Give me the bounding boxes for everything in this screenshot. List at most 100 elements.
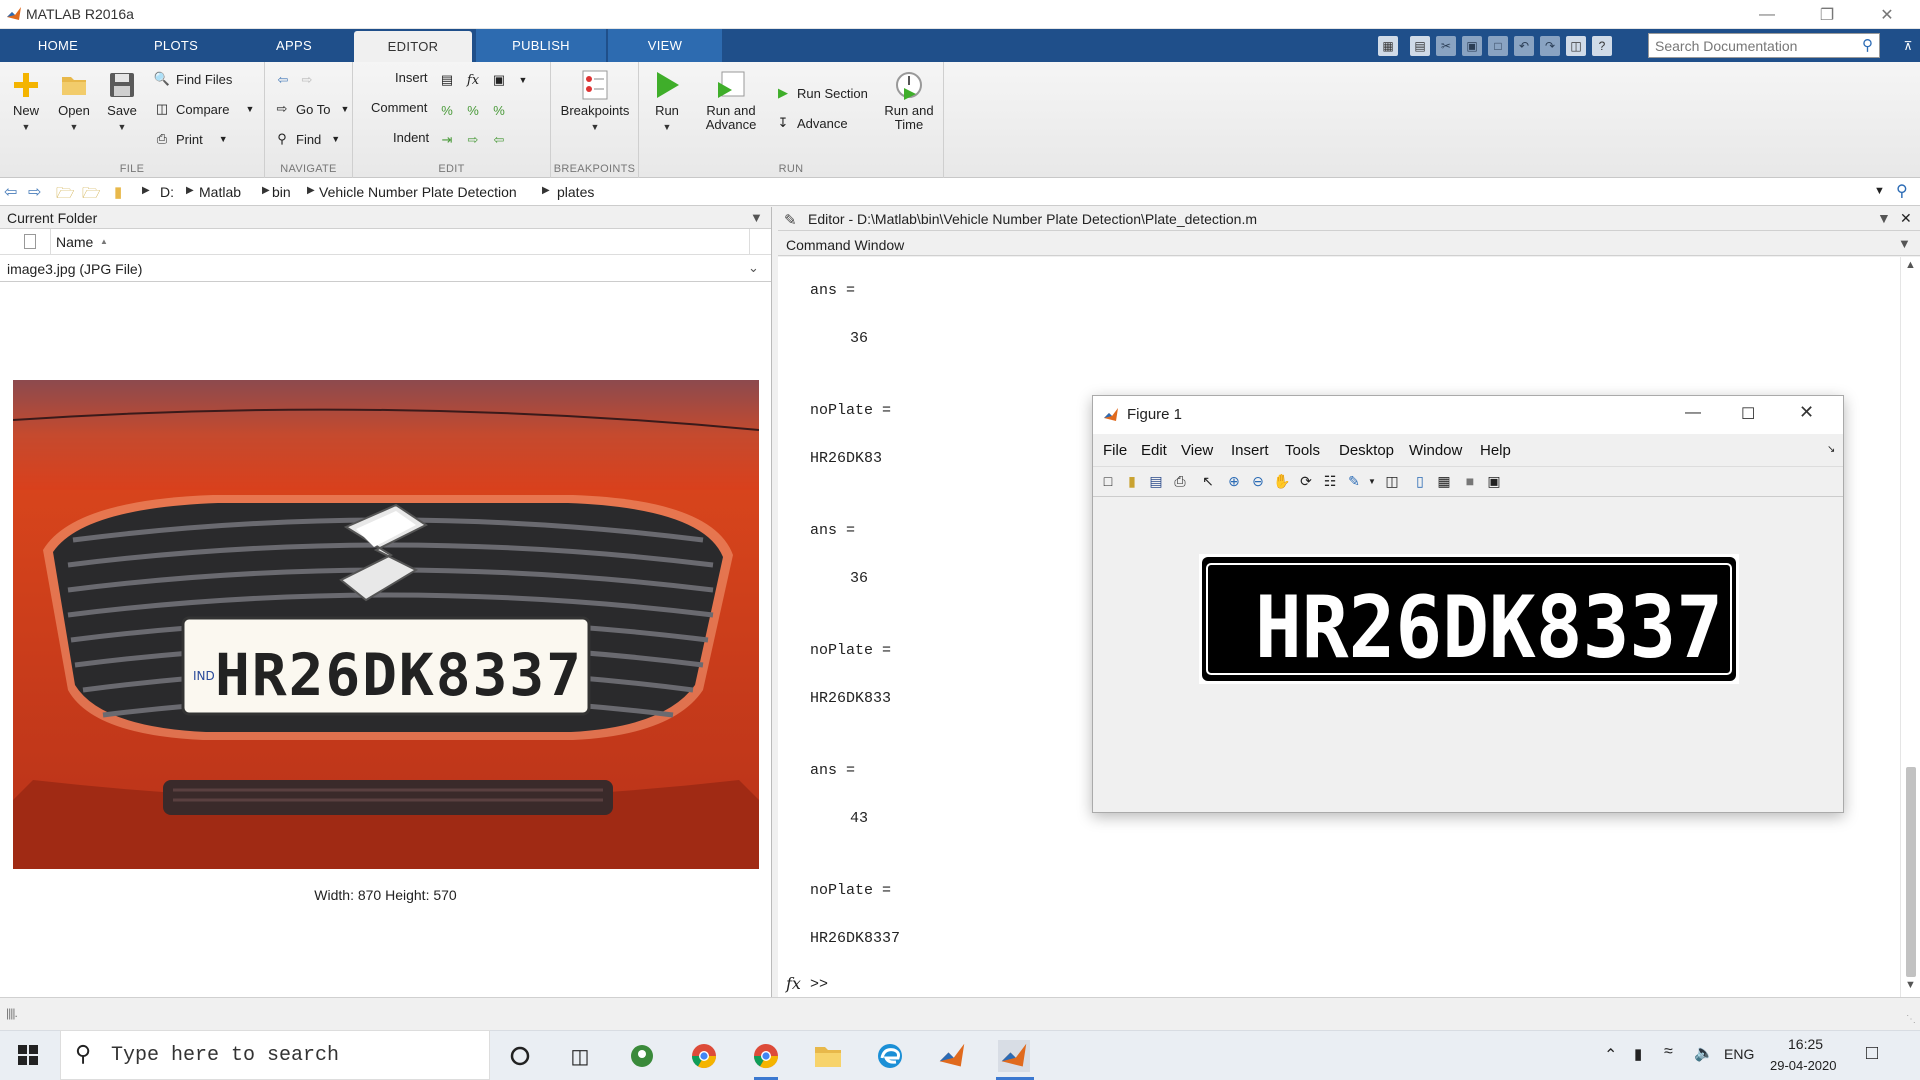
notifications-icon[interactable]: □ [1866, 1042, 1878, 1065]
taskbar-search-box[interactable]: ⚲ Type here to search [60, 1030, 490, 1080]
matlab-active-taskbar-icon[interactable] [998, 1040, 1030, 1072]
details-bar[interactable]: image3.jpg (JPG File) ⌄ [0, 255, 771, 282]
back-arrow-icon[interactable]: ⇦ [4, 182, 17, 202]
forward-arrow-icon[interactable]: ⇨ [28, 182, 41, 202]
maps-app-icon[interactable] [626, 1040, 658, 1072]
cut-icon[interactable]: ✂ [1436, 36, 1456, 56]
command-prompt[interactable]: >> [810, 976, 828, 993]
smart-indent-icon[interactable]: ⇥ [437, 130, 457, 150]
tab-view[interactable]: VIEW [608, 29, 722, 62]
save-button[interactable]: Save ▼ [104, 70, 140, 134]
redo-icon[interactable]: ↷ [1540, 36, 1560, 56]
increase-indent-icon[interactable]: ⇨ [463, 130, 483, 150]
figure-window[interactable]: Figure 1 — ☐ ✕ File Edit View Insert Too… [1092, 395, 1844, 813]
compare-button[interactable]: ◫ Compare ▼ [153, 100, 255, 118]
breakpoints-button[interactable]: Breakpoints ▼ [555, 70, 635, 134]
tab-home[interactable]: HOME [0, 29, 116, 62]
save-quick-icon[interactable]: ▤ [1410, 36, 1430, 56]
chevron-down-icon[interactable]: ▼ [1361, 470, 1383, 492]
copy-icon[interactable]: ▣ [1462, 36, 1482, 56]
tab-apps[interactable]: APPS [236, 29, 352, 62]
rotate-3d-icon[interactable]: ⟳ [1295, 470, 1317, 492]
figure-maximize-button[interactable]: ☐ [1741, 404, 1755, 424]
language-indicator[interactable]: ENG [1724, 1046, 1754, 1062]
breadcrumb-drive[interactable]: D: [160, 184, 174, 200]
fx-prompt-icon[interactable]: fx [786, 974, 801, 993]
figure-dock-icon[interactable]: ↘ [1827, 444, 1835, 455]
wrap-comment-icon[interactable]: % [489, 100, 509, 120]
indent-label-button[interactable]: Indent [393, 130, 429, 145]
figure-menu-insert[interactable]: Insert [1231, 442, 1269, 459]
new-button[interactable]: New ▼ [8, 70, 44, 134]
link-plot-icon[interactable]: ◫ [1381, 470, 1403, 492]
print-figure-icon[interactable]: ⎙ [1169, 470, 1191, 492]
fx-icon[interactable]: fx [463, 70, 483, 90]
show-plot-tools-icon[interactable]: ▣ [1483, 470, 1505, 492]
tab-editor[interactable]: EDITOR [354, 31, 472, 62]
comment-label-button[interactable]: Comment [371, 100, 427, 115]
figure-menu-window[interactable]: Window [1409, 442, 1462, 459]
matlab-taskbar-icon[interactable] [936, 1040, 968, 1072]
command-window-actions-icon[interactable]: ▼ [1898, 236, 1911, 251]
switch-windows-icon[interactable]: ◫ [1566, 36, 1586, 56]
insert-chart-icon[interactable]: ▣ [489, 70, 509, 90]
tab-publish[interactable]: PUBLISH [476, 29, 606, 62]
find-files-button[interactable]: 🔍 Find Files [153, 70, 232, 88]
back-arrow-icon[interactable]: ⇦ [273, 70, 293, 90]
command-window-scrollbar[interactable]: ▲ ▼ [1900, 257, 1920, 997]
figure-menu-edit[interactable]: Edit [1141, 442, 1167, 459]
battery-icon[interactable]: ▮ [1634, 1045, 1642, 1063]
up-folder-icon[interactable]: 🗁 [56, 183, 75, 208]
edge-icon[interactable] [874, 1040, 906, 1072]
scrollbar-thumb[interactable] [1906, 767, 1916, 977]
figure-menu-desktop[interactable]: Desktop [1339, 442, 1394, 459]
panel-actions-icon[interactable]: ▼ [750, 210, 763, 225]
legend-icon[interactable]: ▦ [1433, 470, 1455, 492]
windows-start-icon[interactable] [18, 1045, 38, 1068]
close-button[interactable]: ✕ [1864, 0, 1910, 29]
collapse-toolstrip-icon[interactable]: ⊼ [1898, 36, 1918, 56]
show-hidden-icons-chevron[interactable]: ⌃ [1604, 1045, 1617, 1065]
comment-icon[interactable]: % [437, 100, 457, 120]
figure-close-button[interactable]: ✕ [1799, 402, 1814, 423]
zoom-in-icon[interactable]: ⊕ [1223, 470, 1245, 492]
open-button[interactable]: Open ▼ [56, 70, 92, 134]
run-section-button[interactable]: ▶ Run Section [774, 84, 868, 102]
breadcrumb-plates[interactable]: plates [557, 184, 594, 200]
print-button[interactable]: ⎙ Print ▼ [153, 130, 228, 148]
breadcrumb-matlab[interactable]: Matlab [199, 184, 241, 200]
figure-menu-help[interactable]: Help [1480, 442, 1511, 459]
wifi-icon[interactable]: ≈ [1664, 1043, 1673, 1061]
volume-icon[interactable]: 🔈 [1694, 1043, 1714, 1063]
editor-actions-icon[interactable]: ▼ [1877, 210, 1891, 226]
figure-menu-view[interactable]: View [1181, 442, 1213, 459]
find-button[interactable]: ⚲ Find ▼ [273, 130, 340, 148]
restore-button[interactable]: ❐ [1804, 0, 1850, 29]
run-button[interactable]: Run ▼ [647, 70, 687, 134]
search-documentation-input[interactable]: Search Documentation [1648, 33, 1880, 58]
decrease-indent-icon[interactable]: ⇦ [489, 130, 509, 150]
breadcrumb-bin[interactable]: bin [272, 184, 291, 200]
run-and-time-button[interactable]: Run and Time [881, 70, 937, 132]
uncomment-icon[interactable]: % [463, 100, 483, 120]
insert-label-button[interactable]: Insert [395, 70, 428, 85]
chrome-profile-icon[interactable] [750, 1040, 782, 1072]
go-to-button[interactable]: ⇨ Go To ▼ [273, 100, 350, 118]
figure-menu-file[interactable]: File [1103, 442, 1127, 459]
search-icon[interactable]: ⚲ [1862, 36, 1873, 54]
new-figure-icon[interactable]: □ [1097, 470, 1119, 492]
data-cursor-icon[interactable]: ☷ [1319, 470, 1341, 492]
scroll-up-icon[interactable]: ▲ [1905, 259, 1916, 271]
browse-folder-icon[interactable]: 🗁 [82, 183, 101, 208]
open-file-icon[interactable]: ▮ [1121, 470, 1143, 492]
advance-button[interactable]: ↧ Advance [774, 114, 848, 132]
figure-minimize-button[interactable]: — [1685, 404, 1701, 422]
layout-icon[interactable]: ▦ [1378, 36, 1398, 56]
task-view-icon[interactable]: ◫ [564, 1040, 596, 1072]
hide-plot-tools-icon[interactable]: ■ [1459, 470, 1481, 492]
chrome-icon[interactable] [688, 1040, 720, 1072]
help-icon[interactable]: ? [1592, 36, 1612, 56]
forward-arrow-icon[interactable]: ⇨ [297, 70, 317, 90]
pointer-icon[interactable]: ↖ [1197, 470, 1219, 492]
address-dropdown-icon[interactable]: ▼ [1874, 185, 1885, 197]
